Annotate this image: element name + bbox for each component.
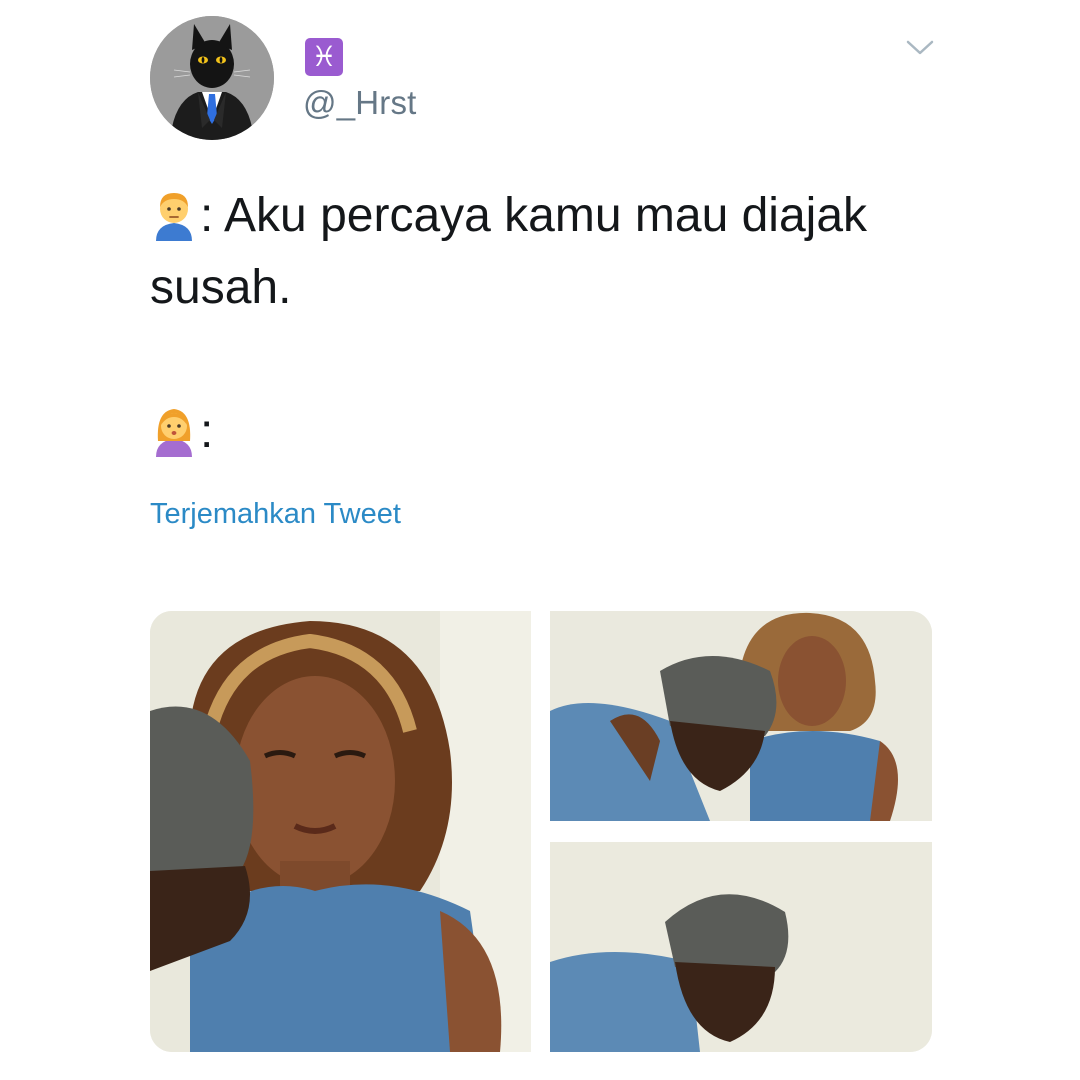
translate-tweet-link[interactable]: Terjemahkan Tweet [150,498,401,531]
user-handle[interactable]: @_Hrst [303,84,417,122]
couple-photo-icon [150,611,531,1052]
couple-hug-photo-icon [550,611,932,821]
avatar[interactable] [150,16,274,140]
tweet-text: : Aku percaya kamu mau diajak susah. : [150,180,970,468]
man-alone-photo-icon [550,842,932,1052]
cat-avatar-icon [150,16,274,140]
man-emoji-icon [150,185,198,241]
woman-emoji-icon [150,401,198,457]
photo-bottom-right[interactable] [550,842,932,1052]
tweet-line-1: : Aku percaya kamu mau diajak [150,180,970,252]
tweet-card: ♓ @_Hrst : Aku percaya kamu mau diajak s… [0,0,1080,1080]
chevron-down-icon[interactable] [905,36,935,60]
photo-top-right[interactable] [550,611,932,821]
photo-left[interactable] [150,611,531,1052]
tweet-line-1-text: : Aku percaya kamu mau diajak [200,189,868,242]
media-grid [150,611,932,1052]
tweet-line-3-text: : [200,405,214,458]
tweet-line-3: : [150,396,970,468]
pisces-icon: ♓ [305,38,343,76]
tweet-line-2: susah. [150,261,292,314]
